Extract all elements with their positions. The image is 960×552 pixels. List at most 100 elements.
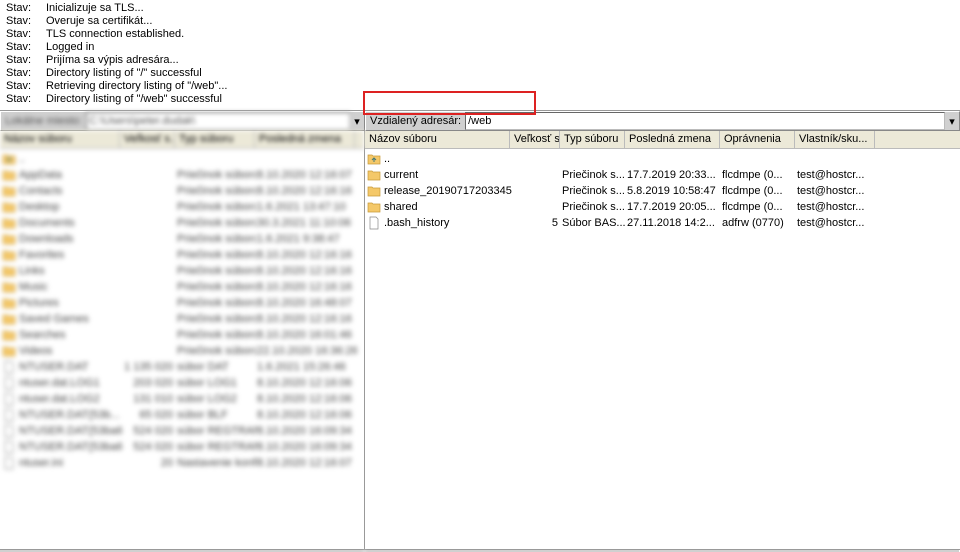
folder-icon bbox=[2, 328, 16, 342]
item-name: current bbox=[384, 167, 418, 183]
column-header[interactable]: Veľkosť s... bbox=[120, 131, 175, 148]
item-mod: 8.10.2020 12:16:06 bbox=[257, 391, 357, 407]
local-columns[interactable]: Názov súboruVeľkosť s...Typ súboruPosled… bbox=[0, 131, 364, 149]
list-item[interactable]: Music Priečinok súborov8.10.2020 12:16:16 bbox=[0, 279, 364, 295]
folder-icon bbox=[2, 344, 16, 358]
list-item[interactable]: currentPriečinok s...17.7.2019 20:33...f… bbox=[365, 167, 960, 183]
item-mod bbox=[257, 151, 357, 167]
column-header[interactable]: Posledná zmena bbox=[255, 131, 355, 148]
local-file-list[interactable]: ..AppDataPriečinok súborov8.10.2020 12:1… bbox=[0, 149, 364, 549]
item-mod: 8.10.2020 12:16:06 bbox=[257, 407, 357, 423]
list-item[interactable]: DocumentsPriečinok súborov30.3.2021 11:1… bbox=[0, 215, 364, 231]
file-icon bbox=[2, 376, 16, 390]
item-size: 131 010 bbox=[122, 391, 177, 407]
remote-address-input[interactable] bbox=[465, 112, 945, 130]
item-mod: 8.10.2020 16:09:34 bbox=[257, 423, 357, 439]
item-name: .. bbox=[19, 151, 25, 167]
item-size bbox=[122, 247, 177, 263]
item-type: Priečinok súborov bbox=[177, 247, 257, 263]
list-item[interactable]: AppDataPriečinok súborov8.10.2020 12:16:… bbox=[0, 167, 364, 183]
item-size: 203 020 bbox=[122, 375, 177, 391]
log-line: Stav:Inicializuje sa TLS... bbox=[6, 2, 954, 15]
column-header[interactable]: Posledná zmena bbox=[625, 131, 720, 148]
log-line: Stav:Overuje sa certifikát... bbox=[6, 15, 954, 28]
list-item[interactable]: PicturesPriečinok súborov8.10.2020 16:48… bbox=[0, 295, 364, 311]
item-name: Music bbox=[19, 279, 48, 295]
folder-icon bbox=[2, 264, 16, 278]
list-item[interactable]: release_20190717203345Priečinok s...5.8.… bbox=[365, 183, 960, 199]
item-mod: 8.10.2020 12:16:06 bbox=[257, 375, 357, 391]
folder-icon bbox=[2, 216, 16, 230]
list-item[interactable]: VideosPriečinok súborov22.10.2020 16:36:… bbox=[0, 343, 364, 359]
list-item[interactable]: NTUSER.DAT{53ba699b-C...524 020súbor REG… bbox=[0, 439, 364, 455]
item-mod: 8.10.2020 12:16:07 bbox=[257, 167, 357, 183]
local-address-cell: Lokálne miesto: ▾ bbox=[0, 111, 365, 131]
list-item[interactable]: .. bbox=[0, 151, 364, 167]
column-header[interactable]: Typ súboru bbox=[175, 131, 255, 148]
file-icon bbox=[2, 408, 16, 422]
item-type: Priečinok súborov bbox=[177, 279, 257, 295]
log-label: Stav: bbox=[6, 15, 46, 28]
list-item[interactable]: .. bbox=[365, 151, 960, 167]
item-size: 1 135 020 bbox=[122, 359, 177, 375]
item-size bbox=[122, 343, 177, 359]
log-line: Stav:TLS connection established. bbox=[6, 28, 954, 41]
list-item[interactable]: FavoritesPriečinok súborov8.10.2020 12:1… bbox=[0, 247, 364, 263]
item-type: súbor LOG2 bbox=[177, 391, 257, 407]
log-label: Stav: bbox=[6, 2, 46, 15]
column-header[interactable]: Vlastník/sku... bbox=[795, 131, 875, 148]
remote-file-list[interactable]: ..currentPriečinok s...17.7.2019 20:33..… bbox=[365, 149, 960, 549]
file-icon bbox=[2, 360, 16, 374]
list-item[interactable]: NTUSER.DAT{53ba699b-C...524 020súbor REG… bbox=[0, 423, 364, 439]
up-folder-icon bbox=[2, 152, 16, 166]
item-size bbox=[122, 199, 177, 215]
column-header[interactable]: Názov súboru bbox=[365, 131, 510, 148]
item-own: test@hostcr... bbox=[797, 167, 877, 183]
file-panes: Názov súboruVeľkosť s...Typ súboruPosled… bbox=[0, 131, 960, 549]
item-mod: 8.10.2020 16:09:34 bbox=[257, 439, 357, 455]
item-mod: 8.10.2020 12:16:16 bbox=[257, 183, 357, 199]
remote-pane: Názov súboruVeľkosť s...Typ súboruPosled… bbox=[365, 131, 960, 549]
item-size bbox=[512, 199, 562, 215]
list-item[interactable]: ContactsPriečinok súborov8.10.2020 12:16… bbox=[0, 183, 364, 199]
list-item[interactable]: NTUSER.DAT{53b...65 020súbor BLF8.10.202… bbox=[0, 407, 364, 423]
list-item[interactable]: sharedPriečinok s...17.7.2019 20:05...fl… bbox=[365, 199, 960, 215]
item-name: NTUSER.DAT{53ba699b-C... bbox=[19, 423, 122, 439]
list-item[interactable]: ntuser.dat.LOG2131 010súbor LOG28.10.202… bbox=[0, 391, 364, 407]
list-item[interactable]: DownloadsPriečinok súborov1.6.2021 9:38:… bbox=[0, 231, 364, 247]
remote-columns[interactable]: Názov súboruVeľkosť s...Typ súboruPosled… bbox=[365, 131, 960, 149]
list-item[interactable]: NTUSER.DAT1 135 020súbor DAT1.6.2021 15:… bbox=[0, 359, 364, 375]
item-size bbox=[122, 231, 177, 247]
item-type: Priečinok s... bbox=[562, 183, 627, 199]
item-type: Nastavenie konfig... bbox=[177, 455, 257, 471]
log-message: Logged in bbox=[46, 41, 94, 54]
status-log: Stav:Inicializuje sa TLS...Stav:Overuje … bbox=[0, 0, 960, 111]
folder-icon bbox=[2, 168, 16, 182]
item-name: AppData bbox=[19, 167, 62, 183]
list-item[interactable]: Saved GamesPriečinok súborov8.10.2020 12… bbox=[0, 311, 364, 327]
item-name: NTUSER.DAT{53ba699b-C... bbox=[19, 439, 122, 455]
log-line: Stav:Directory listing of "/" successful bbox=[6, 67, 954, 80]
column-header[interactable]: Typ súboru bbox=[560, 131, 625, 148]
chevron-down-icon[interactable]: ▾ bbox=[945, 115, 959, 128]
chevron-down-icon[interactable]: ▾ bbox=[350, 115, 364, 128]
item-mod: 30.3.2021 11:10:06 bbox=[257, 215, 357, 231]
item-perm: flcdmpe (0... bbox=[722, 199, 797, 215]
list-item[interactable]: LinksPriečinok súborov8.10.2020 12:16:16 bbox=[0, 263, 364, 279]
log-message: Directory listing of "/" successful bbox=[46, 67, 202, 80]
list-item[interactable]: ntuser.dat.LOG1203 020súbor LOG18.10.202… bbox=[0, 375, 364, 391]
item-size bbox=[512, 151, 562, 167]
column-header[interactable]: Veľkosť s... bbox=[510, 131, 560, 148]
list-item[interactable]: .bash_history5Súbor BAS...27.11.2018 14:… bbox=[365, 215, 960, 231]
item-mod bbox=[627, 151, 722, 167]
list-item[interactable]: ntuser.ini20Nastavenie konfig...8.10.202… bbox=[0, 455, 364, 471]
folder-icon bbox=[2, 184, 16, 198]
column-header[interactable]: Názov súboru bbox=[0, 131, 120, 148]
item-mod: 17.7.2019 20:33... bbox=[627, 167, 722, 183]
list-item[interactable]: SearchesPriečinok súborov8.10.2020 16:01… bbox=[0, 327, 364, 343]
column-header[interactable]: Oprávnenia bbox=[720, 131, 795, 148]
log-message: Inicializuje sa TLS... bbox=[46, 2, 144, 15]
list-item[interactable]: DesktopPriečinok súborov1.6.2021 13:47:1… bbox=[0, 199, 364, 215]
item-mod: 8.10.2020 12:16:16 bbox=[257, 279, 357, 295]
local-address-input[interactable] bbox=[86, 112, 350, 130]
